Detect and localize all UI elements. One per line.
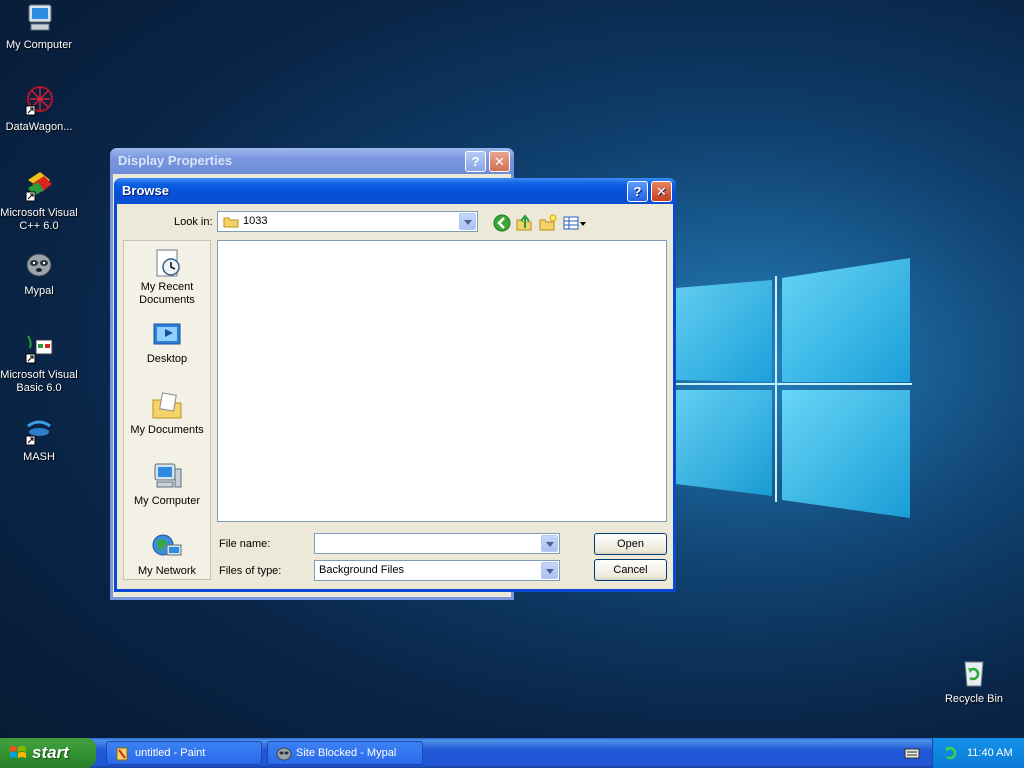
new-folder-icon[interactable] [539,214,557,232]
place-label: My Computer [133,495,201,507]
files-of-type-value: Background Files [319,564,404,576]
look-in-dropdown[interactable]: 1033 [217,211,478,232]
desktop-icon [153,323,181,345]
mypal-raccoon-icon [26,253,52,277]
desktop-icon-mypal[interactable]: Mypal [0,248,78,298]
recycle-bin-icon [964,661,984,687]
place-label: My Documents [130,424,204,436]
desktop-icon-mash[interactable]: MASH [0,414,78,464]
desktop-icon-label: Recycle Bin [944,693,1004,705]
taskbar-item-paint[interactable]: untitled - Paint [106,741,262,765]
windows-logo-icon [10,746,26,758]
chevron-down-icon[interactable] [541,562,558,579]
place-my-documents[interactable]: My Documents [124,390,210,437]
place-label: Desktop [146,353,188,365]
file-list-view[interactable] [217,240,667,522]
place-desktop[interactable]: Desktop [124,319,210,366]
clock: 11:40 AM [967,747,1013,759]
files-of-type-dropdown[interactable]: Background Files [314,560,560,581]
system-tray: 11:40 AM [932,738,1024,768]
desktop-icon-label: Microsoft Visual C++ 6.0 [0,207,78,232]
desktop-icon-label: My Computer [5,39,73,51]
cancel-button[interactable]: Cancel [594,559,667,581]
place-label: My Recent Documents [139,281,195,306]
place-my-computer[interactable]: My Computer [124,461,210,508]
look-in-value: 1033 [243,215,268,227]
window-title: Display Properties [118,153,233,168]
recent-documents-icon [156,249,180,277]
place-label: My Network [137,565,197,577]
keyboard-icon[interactable] [904,746,920,760]
visual-basic-icon [25,335,53,364]
desktop-icon-label: Mypal [24,285,54,297]
back-icon[interactable] [493,214,511,232]
file-name-input[interactable] [314,533,560,554]
visual-cpp-icon [25,172,52,202]
task-label: Site Blocked - Mypal [296,747,397,759]
desktop-icon-label: MASH [23,451,55,463]
network-globe-icon [152,534,182,556]
desktop-icon-label: Microsoft Visual Basic 6.0 [0,369,78,394]
taskbar: start untitled - Paint Site Blocked - My… [0,738,1024,768]
datawagon-icon [25,86,53,116]
desktop-icon-datawagon[interactable]: DataWagon... [0,84,78,134]
places-bar: My Recent Documents Desktop My Documents [123,240,211,580]
chevron-down-icon[interactable] [541,535,558,552]
start-label: start [32,743,69,762]
file-name-label: File name: [219,538,271,550]
task-label: untitled - Paint [135,747,206,759]
open-button[interactable]: Open [594,533,667,555]
look-in-row: Look in: 1033 [117,211,673,235]
my-documents-folder-icon [152,392,182,419]
files-of-type-label: Files of type: [219,565,282,577]
desktop-icon-recycle-bin[interactable]: Recycle Bin [935,656,1013,706]
chevron-down-icon[interactable] [459,213,476,230]
help-button[interactable]: ? [465,151,486,172]
taskbar-item-mypal[interactable]: Site Blocked - Mypal [267,741,423,765]
view-menu-icon[interactable] [563,214,587,232]
desktop-icon-visual-basic[interactable]: Microsoft Visual Basic 6.0 [0,332,78,395]
display-properties-titlebar[interactable]: Display Properties ? ✕ [110,148,514,174]
computer-icon [154,463,182,488]
desktop-icon-label: DataWagon... [5,121,73,133]
look-in-label: Look in: [174,216,213,228]
browse-dialog[interactable]: Browse ? ✕ Look in: 1033 My Recent Docum… [114,178,676,592]
paint-icon [116,747,128,761]
up-folder-icon[interactable] [515,214,533,232]
desktop-icon-visual-cpp[interactable]: Microsoft Visual C++ 6.0 [0,170,78,233]
folder-icon [223,217,239,228]
place-my-network[interactable]: My Network [124,531,210,578]
place-my-recent-documents[interactable]: My Recent Documents [124,247,210,307]
mash-icon [25,420,51,446]
close-button[interactable]: ✕ [651,181,672,202]
help-button[interactable]: ? [627,181,648,202]
window-title: Browse [122,183,169,198]
close-button[interactable]: ✕ [489,151,510,172]
desktop-icon-my-computer[interactable]: My Computer [0,2,78,52]
mypal-raccoon-icon [276,747,292,761]
recycle-icon[interactable] [943,745,959,761]
computer-icon [28,4,52,31]
start-button[interactable]: start [0,738,96,768]
browse-titlebar[interactable]: Browse ? ✕ [114,178,676,204]
